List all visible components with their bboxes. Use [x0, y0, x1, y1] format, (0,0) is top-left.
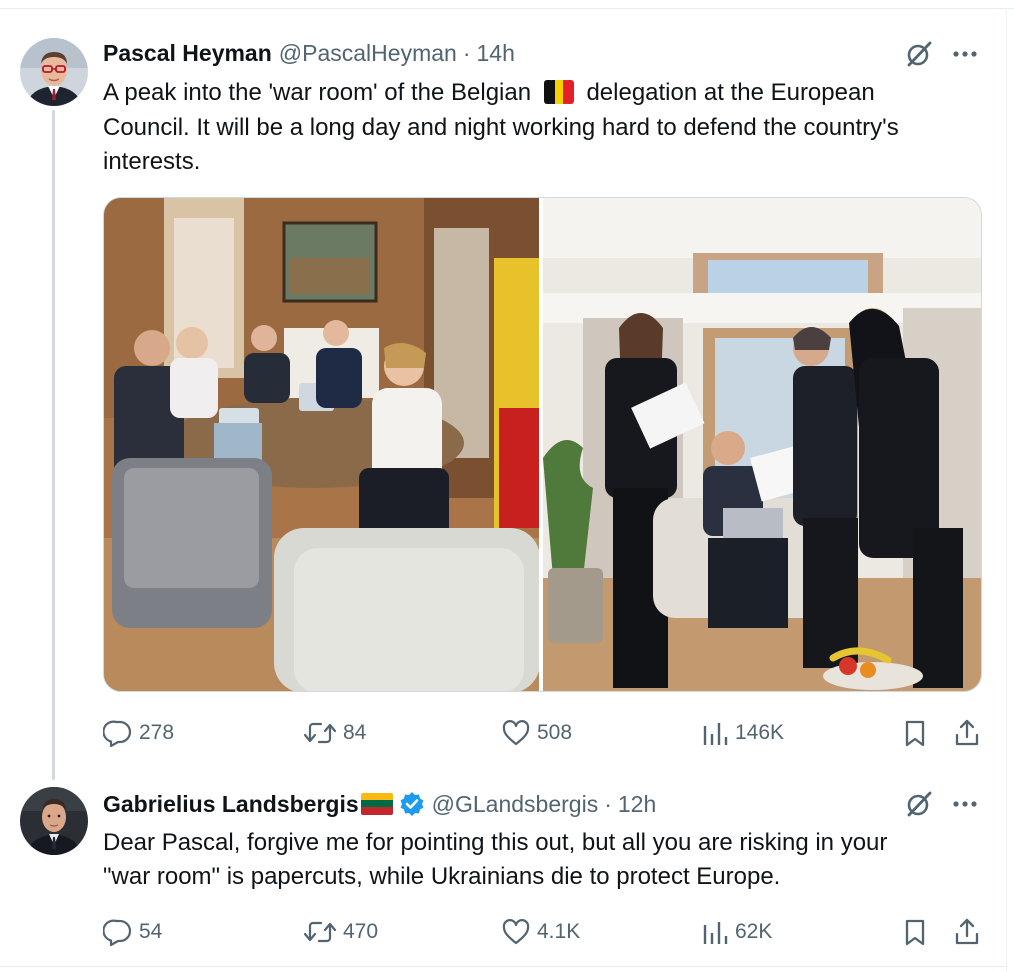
like-button[interactable]: 4.1K	[501, 915, 580, 949]
author-handle[interactable]: @PascalHeyman	[279, 40, 457, 67]
tweet-text-line: Dear Pascal, forgive me for pointing thi…	[103, 829, 888, 856]
reply-icon	[103, 720, 132, 748]
avatar-pascal[interactable]	[20, 38, 88, 106]
more-options-icon[interactable]	[950, 39, 980, 69]
tweet-text-segment: delegation at the European	[586, 79, 875, 106]
header-separator: ·	[462, 39, 471, 66]
tweet-text-line: interests.	[103, 147, 201, 175]
bookmark-icon[interactable]	[900, 718, 930, 748]
tweet-text-line: A peak into the 'war room' of the Belgia…	[103, 76, 983, 111]
repost-button[interactable]: 84	[303, 716, 366, 750]
like-count: 4.1K	[537, 920, 581, 943]
tweet-text: Dear Pascal, forgive me for pointing thi…	[103, 826, 983, 894]
bottom-divider	[0, 966, 1006, 967]
repost-count: 84	[343, 721, 367, 744]
repost-icon	[303, 921, 337, 943]
avatar-gabrielius[interactable]	[20, 787, 88, 855]
repost-button[interactable]: 470	[303, 915, 378, 949]
tweet-header: Pascal Heyman @PascalHeyman · 14h	[103, 36, 515, 70]
like-count: 508	[537, 721, 573, 744]
tweet-text-segment: A peak into the 'war room' of the Belgia…	[103, 79, 532, 106]
tweet-text: A peak into the 'war room' of the Belgia…	[103, 76, 983, 179]
grok-icon[interactable]	[905, 790, 933, 818]
photo-people-reviewing-papers[interactable]	[543, 198, 981, 691]
share-icon[interactable]	[952, 718, 982, 748]
verified-badge-icon[interactable]	[399, 791, 425, 818]
views-button[interactable]: 62K	[701, 915, 772, 949]
photo-meeting-room[interactable]	[104, 198, 540, 691]
tweet-timestamp[interactable]: 14h	[476, 40, 514, 67]
belgium-flag-icon	[538, 77, 580, 111]
right-divider	[1006, 8, 1007, 972]
tweet-actions: 278 84 508 146K	[103, 716, 983, 750]
tweet-text-line: Council. It will be a long day and night…	[103, 113, 899, 141]
share-icon[interactable]	[952, 917, 982, 947]
views-count: 146K	[735, 721, 785, 744]
reply-icon	[103, 919, 132, 947]
header-separator: ·	[604, 790, 612, 817]
media-grid	[103, 197, 982, 692]
like-button[interactable]: 508	[501, 716, 572, 750]
views-button[interactable]: 146K	[701, 716, 784, 750]
repost-icon	[303, 722, 337, 744]
top-divider	[0, 8, 1014, 9]
views-bar-chart-icon	[703, 922, 728, 944]
tweet-text-line: "war room" is papercuts, while Ukrainian…	[103, 863, 781, 890]
reply-count: 278	[139, 721, 175, 744]
reply-count: 54	[139, 920, 163, 943]
reply-button[interactable]: 278	[103, 716, 174, 750]
tweet-header: Gabrielius Landsbergis @GLandsbergis · 1…	[103, 787, 656, 821]
bookmark-icon[interactable]	[900, 917, 930, 947]
heart-icon	[502, 720, 530, 746]
views-count: 62K	[735, 920, 773, 943]
tweet-actions: 54 470 4.1K 62K	[103, 915, 983, 949]
tweet-timestamp[interactable]: 12h	[618, 791, 656, 818]
views-bar-chart-icon	[703, 723, 728, 745]
more-options-icon[interactable]	[950, 789, 980, 819]
reply-button[interactable]: 54	[103, 915, 162, 949]
grok-icon[interactable]	[905, 40, 933, 68]
lithuania-flag-icon	[359, 791, 393, 818]
heart-icon	[502, 919, 530, 945]
repost-count: 470	[343, 920, 379, 943]
author-display-name[interactable]: Pascal Heyman	[103, 40, 272, 67]
author-display-name[interactable]: Gabrielius Landsbergis	[103, 791, 359, 818]
author-handle[interactable]: @GLandsbergis	[432, 791, 599, 818]
thread-connector-line	[52, 110, 55, 780]
